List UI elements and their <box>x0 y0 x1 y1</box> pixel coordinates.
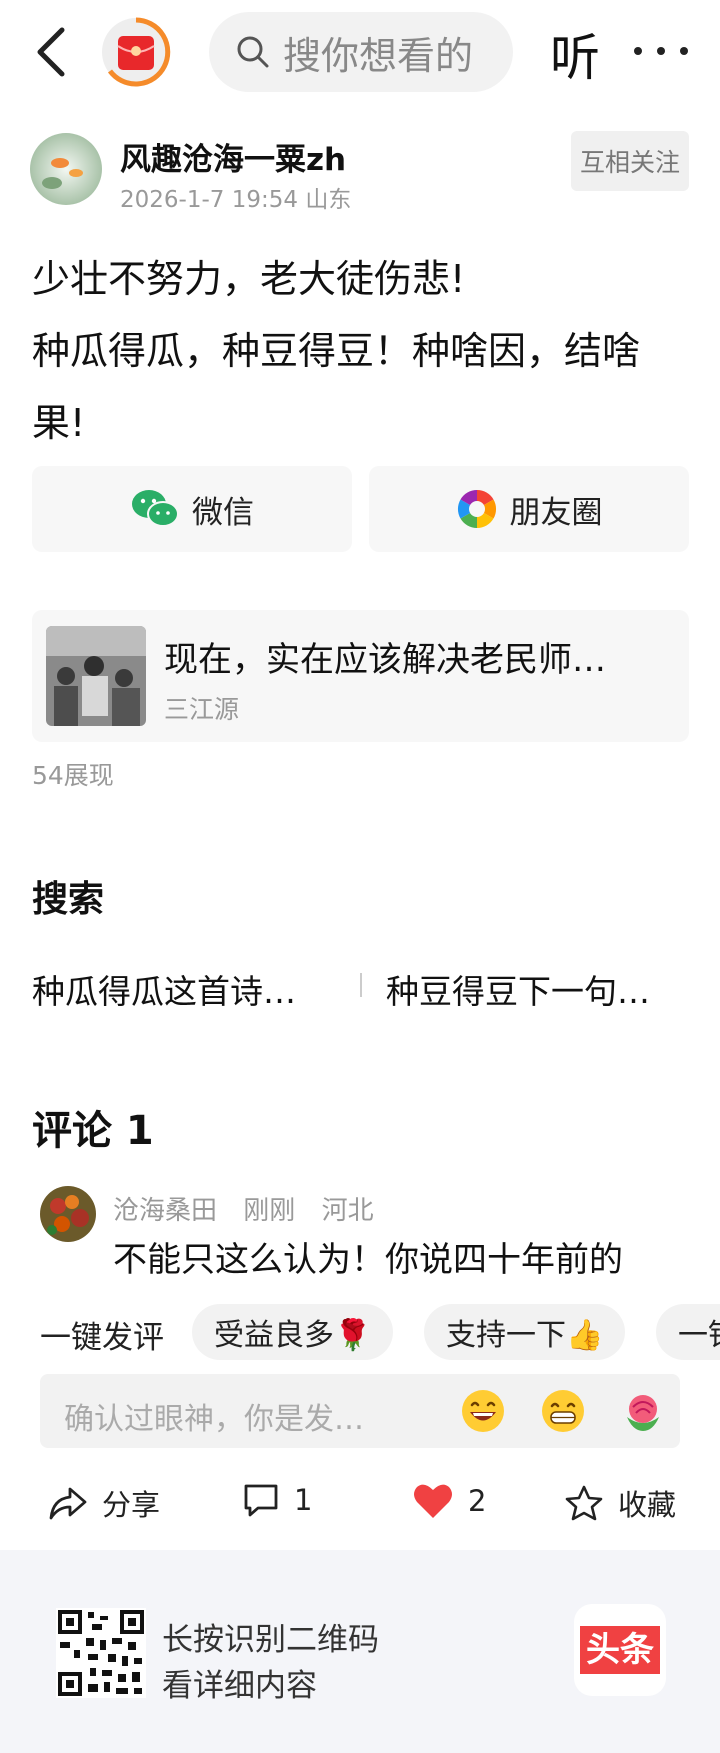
search-suggestion[interactable]: 种豆得豆下一句… <box>386 965 650 1013</box>
heart-icon <box>414 1484 452 1518</box>
comment-item: 沧海桑田 刚刚 河北 不能只这么认为！你说四十年前的 <box>40 1186 700 1280</box>
comment-time: 刚刚 <box>243 1196 296 1226</box>
share-label: 分享 <box>102 1488 161 1522</box>
footer: 长按识别二维码 看详细内容 头条 <box>0 1550 720 1753</box>
quick-reply-row: 一键发评 受益良多🌹 支持一下👍 一针 <box>0 1304 720 1360</box>
post-line: 种瓜得瓜，种豆得豆！种啥因，结啥果! <box>32 329 641 445</box>
toutiao-logo: 头条 <box>574 1604 666 1696</box>
quick-reply-label: 一键发评 <box>40 1320 164 1356</box>
star-icon <box>565 1485 603 1521</box>
share-wechat-button[interactable]: 微信 <box>32 466 352 552</box>
suggestion-divider <box>360 973 362 997</box>
linked-article-card[interactable]: 现在，实在应该解决老民师… 三江源 <box>32 610 689 742</box>
comment-location: 河北 <box>321 1196 374 1226</box>
quick-reply-chip[interactable]: 支持一下👍 <box>424 1304 626 1360</box>
moments-icon <box>457 489 496 529</box>
favorite-button[interactable]: 收藏 <box>564 1482 676 1524</box>
search-placeholder: 搜你想看的 <box>283 33 474 78</box>
post-location: 山东 <box>305 187 352 213</box>
footer-hint-line1: 长按识别二维码 <box>162 1622 379 1658</box>
share-moments-label: 朋友圈 <box>509 494 603 531</box>
search-icon <box>237 36 269 68</box>
post-line: 少壮不努力，老大徒伤悲! <box>32 257 466 301</box>
quick-reply-chip[interactable]: 受益良多🌹 <box>192 1304 394 1360</box>
share-button[interactable]: 分享 <box>48 1482 160 1524</box>
more-icon[interactable] <box>634 36 688 66</box>
article-thumbnail <box>46 626 146 726</box>
like-button[interactable]: 2 <box>412 1482 486 1520</box>
grinning-emoji-icon[interactable] <box>459 1387 507 1435</box>
author-name[interactable]: 风趣沧海一粟zh <box>120 134 346 179</box>
post-datetime: 2026-1-7 19:54 <box>120 187 298 213</box>
action-bar: 分享 1 2 收藏 <box>0 1474 720 1534</box>
article-source: 三江源 <box>164 695 240 724</box>
search-suggestion[interactable]: 种瓜得瓜这首诗… <box>32 965 296 1013</box>
qr-code[interactable] <box>56 1608 146 1698</box>
follow-button[interactable]: 互相关注 <box>571 131 689 191</box>
comment-text[interactable]: 不能只这么认为！你说四十年前的 <box>113 1232 623 1281</box>
rose-emoji-icon[interactable] <box>619 1387 667 1435</box>
back-arrow-icon[interactable] <box>30 24 74 80</box>
share-wechat-label: 微信 <box>192 494 254 531</box>
commenter-avatar[interactable] <box>40 1186 96 1242</box>
search-bar[interactable]: 搜你想看的 <box>209 12 513 92</box>
article-title: 现在，实在应该解决老民师… <box>164 640 606 680</box>
wechat-icon <box>132 490 179 527</box>
post-content: 少壮不努力，老大徒伤悲! 种瓜得瓜，种豆得豆！种啥因，结啥果! <box>32 243 692 459</box>
red-envelope-icon[interactable] <box>100 16 172 88</box>
share-moments-button[interactable]: 朋友圈 <box>369 466 689 552</box>
comment-count: 1 <box>294 1483 313 1517</box>
post-meta: 2026-1-7 19:54 山东 <box>120 180 351 214</box>
top-bar: 搜你想看的 听 <box>0 0 720 104</box>
impressions-count: 54展现 <box>32 761 114 790</box>
comment-icon <box>244 1484 278 1517</box>
like-count: 2 <box>468 1484 487 1518</box>
footer-hint-line2: 看详细内容 <box>162 1668 317 1704</box>
favorite-label: 收藏 <box>618 1488 677 1522</box>
commenter-name[interactable]: 沧海桑田 <box>113 1196 217 1226</box>
comments-title: 评论 1 <box>32 1108 154 1154</box>
comment-input[interactable]: 确认过眼神，你是发… <box>40 1374 680 1448</box>
beaming-emoji-icon[interactable] <box>539 1387 587 1435</box>
avatar[interactable] <box>30 133 102 205</box>
comment-meta: 沧海桑田 刚刚 河北 <box>113 1190 392 1227</box>
toutiao-logo-text: 头条 <box>580 1626 660 1674</box>
quick-reply-chip[interactable]: 一针 <box>656 1304 720 1360</box>
comment-input-placeholder: 确认过眼神，你是发… <box>64 1402 364 1437</box>
share-arrow-icon <box>49 1487 87 1520</box>
listen-button[interactable]: 听 <box>550 18 600 90</box>
search-section-title: 搜索 <box>32 879 105 920</box>
comment-button[interactable]: 1 <box>242 1482 312 1518</box>
